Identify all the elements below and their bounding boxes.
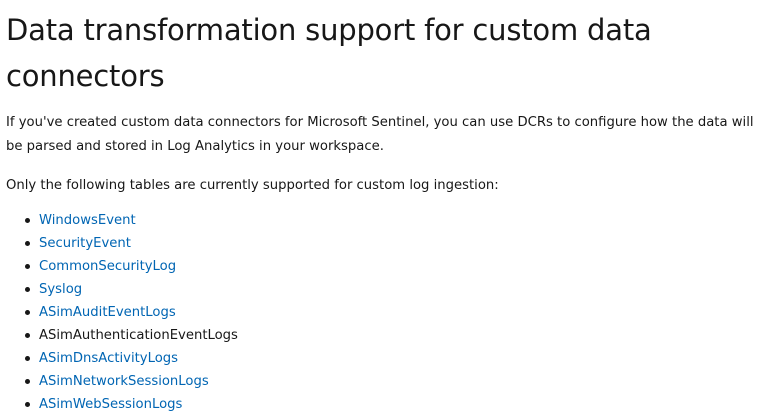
bullet-icon <box>25 356 30 361</box>
bullet-icon <box>25 402 30 407</box>
bullet-icon <box>25 218 30 223</box>
supported-tables-intro: Only the following tables are currently … <box>6 178 499 193</box>
table-link-asimwebsessionlogs[interactable]: ASimWebSessionLogs <box>39 397 182 412</box>
intro-paragraph: If you've created custom data connectors… <box>6 115 754 154</box>
table-link-securityevent[interactable]: SecurityEvent <box>39 236 131 251</box>
list-item: CommonSecurityLog <box>25 255 776 278</box>
list-item: ASimNetworkSessionLogs <box>25 370 776 393</box>
list-item: ASimAuditEventLogs <box>25 301 776 324</box>
article-content: Data transformation support for custom d… <box>0 0 776 412</box>
list-item: SecurityEvent <box>25 232 776 255</box>
bullet-icon <box>25 287 30 292</box>
bullet-icon <box>25 264 30 269</box>
bullet-icon <box>25 333 30 338</box>
table-name-asimauthenticationeventlogs: ASimAuthenticationEventLogs <box>39 328 238 343</box>
list-item: Syslog <box>25 278 776 301</box>
list-item: ASimAuthenticationEventLogs <box>25 324 776 347</box>
page-title: Data transformation support for custom d… <box>6 13 652 93</box>
table-link-asimnetworksessionlogs[interactable]: ASimNetworkSessionLogs <box>39 374 209 389</box>
list-item: ASimWebSessionLogs <box>25 393 776 416</box>
bullet-icon <box>25 379 30 384</box>
bullet-icon <box>25 241 30 246</box>
list-item: ASimDnsActivityLogs <box>25 347 776 370</box>
list-item: WindowsEvent <box>25 209 776 232</box>
table-link-asimauditeventlogs[interactable]: ASimAuditEventLogs <box>39 305 176 320</box>
table-link-windowsevent[interactable]: WindowsEvent <box>39 213 136 228</box>
bullet-icon <box>25 310 30 315</box>
table-link-asimdnsactivitylogs[interactable]: ASimDnsActivityLogs <box>39 351 178 366</box>
table-link-commonsecuritylog[interactable]: CommonSecurityLog <box>39 259 176 274</box>
table-link-syslog[interactable]: Syslog <box>39 282 82 297</box>
supported-tables-list: WindowsEvent SecurityEvent CommonSecurit… <box>6 209 776 416</box>
